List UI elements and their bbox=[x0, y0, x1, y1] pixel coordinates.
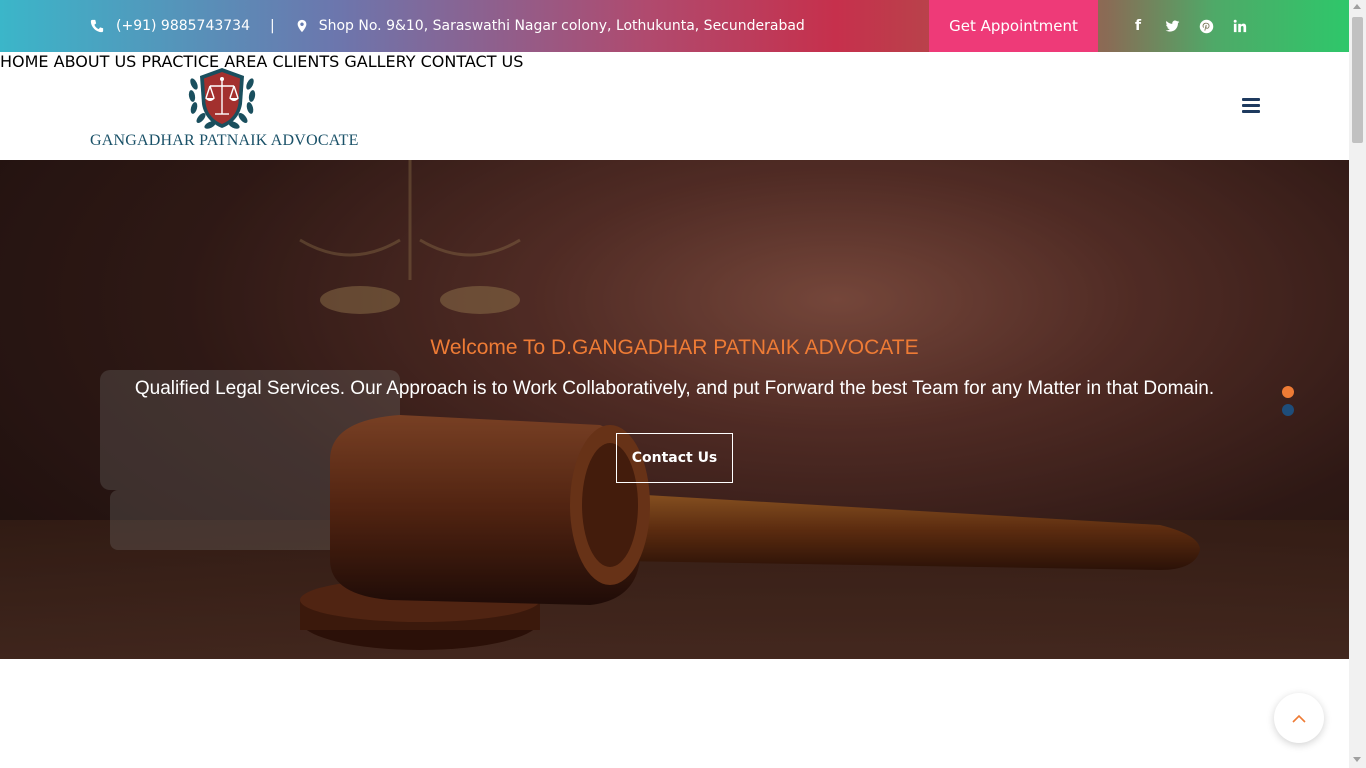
contact-separator: | bbox=[270, 18, 275, 34]
nav-contact-us[interactable]: CONTACT US bbox=[421, 52, 524, 71]
twitter-icon[interactable] bbox=[1164, 18, 1180, 34]
page-scrollbar[interactable] bbox=[1349, 0, 1366, 768]
slider-dot-active[interactable] bbox=[1282, 386, 1294, 398]
address-contact: Shop No. 9&10, Saraswathi Nagar colony, … bbox=[295, 18, 805, 34]
hero-welcome-heading: Welcome To D.GANGADHAR PATNAIK ADVOCATE bbox=[430, 336, 919, 359]
gavel-background-image bbox=[0, 160, 1349, 659]
facebook-icon[interactable]: f bbox=[1130, 18, 1146, 34]
phone-contact[interactable]: (+91) 9885743734 bbox=[90, 18, 250, 34]
pinterest-icon[interactable] bbox=[1198, 18, 1214, 34]
hamburger-icon[interactable] bbox=[1242, 98, 1260, 114]
scales-of-justice-emblem bbox=[188, 68, 256, 129]
scroll-up-arrow-icon[interactable] bbox=[1353, 4, 1361, 9]
chevron-up-icon bbox=[1292, 714, 1306, 723]
get-appointment-button[interactable]: Get Appointment bbox=[929, 0, 1098, 52]
site-header: GANGADHAR PATNAIK ADVOCATE HOME ABOUT US… bbox=[0, 52, 1349, 160]
contact-us-button[interactable]: Contact Us bbox=[616, 433, 733, 483]
contact-info: (+91) 9885743734 | Shop No. 9&10, Sarasw… bbox=[90, 0, 805, 52]
scrollbar-thumb[interactable] bbox=[1352, 17, 1363, 143]
scroll-down-arrow-icon[interactable] bbox=[1353, 757, 1361, 762]
phone-number: (+91) 9885743734 bbox=[116, 18, 250, 34]
nav-home[interactable]: HOME bbox=[0, 52, 49, 71]
hero-slider: Welcome To D.GANGADHAR PATNAIK ADVOCATE … bbox=[0, 160, 1349, 659]
back-to-top-button[interactable] bbox=[1274, 693, 1324, 743]
phone-icon bbox=[90, 19, 104, 33]
logo-text: GANGADHAR PATNAIK ADVOCATE bbox=[90, 132, 359, 149]
site-logo[interactable]: GANGADHAR PATNAIK ADVOCATE bbox=[90, 66, 360, 152]
map-marker-icon bbox=[297, 19, 307, 33]
linkedin-icon[interactable] bbox=[1232, 18, 1248, 34]
slider-dot[interactable] bbox=[1282, 404, 1294, 416]
social-links: f bbox=[1130, 0, 1248, 52]
address-text: Shop No. 9&10, Saraswathi Nagar colony, … bbox=[318, 18, 805, 34]
hero-tagline: Qualified Legal Services. Our Approach i… bbox=[134, 378, 1215, 399]
top-bar: (+91) 9885743734 | Shop No. 9&10, Sarasw… bbox=[0, 0, 1349, 52]
